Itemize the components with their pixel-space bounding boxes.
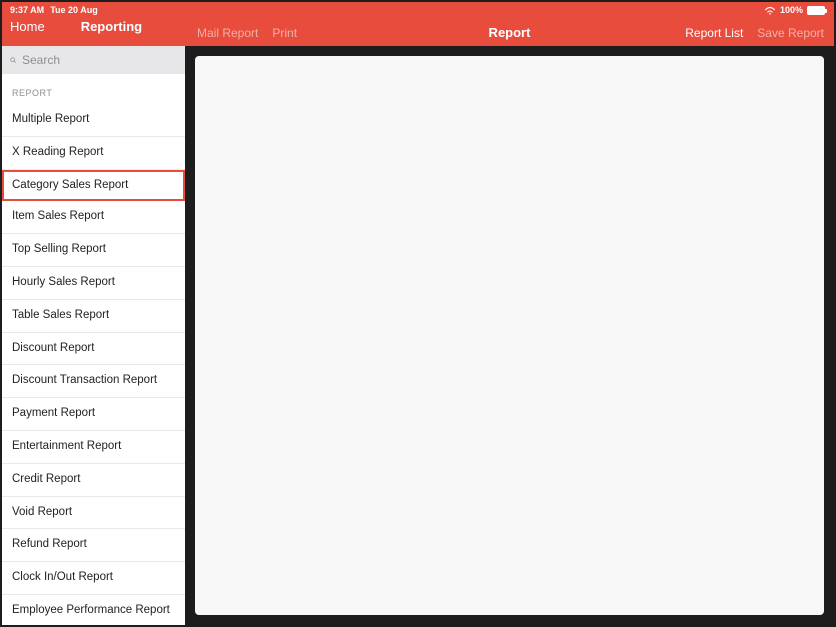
report-item[interactable]: Multiple Report (2, 104, 185, 137)
sidebar-header: 9:37 AM Tue 20 Aug Home Reporting (2, 2, 185, 46)
reports-section-header: REPORT (2, 74, 185, 104)
search-icon (10, 54, 16, 66)
report-item[interactable]: Discount Report (2, 333, 185, 366)
report-item[interactable]: Discount Transaction Report (2, 365, 185, 398)
app-root: 9:37 AM Tue 20 Aug Home Reporting REPORT… (2, 2, 834, 625)
battery-icon (807, 6, 825, 15)
header-right: Report List Save Report (685, 26, 824, 40)
nav-row: Home Reporting (2, 15, 185, 40)
main-title: Report (489, 25, 531, 40)
report-item[interactable]: Entertainment Report (2, 431, 185, 464)
page-title: Reporting (81, 19, 142, 34)
home-button[interactable]: Home (10, 19, 45, 34)
report-item[interactable]: Employee Performance Report (2, 595, 185, 625)
report-item[interactable]: Category Sales Report (2, 170, 185, 202)
report-item[interactable]: Payment Report (2, 398, 185, 431)
status-time: 9:37 AM (10, 5, 44, 15)
report-item[interactable]: Clock In/Out Report (2, 562, 185, 595)
header-left: Mail Report Print (197, 26, 297, 40)
report-item[interactable]: X Reading Report (2, 137, 185, 170)
mail-report-button[interactable]: Mail Report (197, 26, 258, 40)
content-wrap (185, 46, 834, 625)
search-input[interactable] (22, 53, 177, 67)
search-bar[interactable] (2, 46, 185, 74)
main-header: 100% Mail Report Print Report Report Lis… (185, 2, 834, 46)
report-list[interactable]: Multiple ReportX Reading ReportCategory … (2, 104, 185, 625)
report-item[interactable]: Item Sales Report (2, 201, 185, 234)
report-list-button[interactable]: Report List (685, 26, 743, 40)
report-item[interactable]: Credit Report (2, 464, 185, 497)
sidebar: 9:37 AM Tue 20 Aug Home Reporting REPORT… (2, 2, 185, 625)
status-bar-right: 100% (764, 5, 825, 15)
report-item[interactable]: Top Selling Report (2, 234, 185, 267)
print-button[interactable]: Print (272, 26, 297, 40)
report-canvas (195, 56, 824, 615)
wifi-icon (764, 6, 776, 15)
report-item[interactable]: Hourly Sales Report (2, 267, 185, 300)
report-item[interactable]: Table Sales Report (2, 300, 185, 333)
report-item[interactable]: Void Report (2, 497, 185, 530)
report-item[interactable]: Refund Report (2, 529, 185, 562)
status-date: Tue 20 Aug (50, 5, 98, 15)
save-report-button[interactable]: Save Report (757, 26, 824, 40)
battery-percent: 100% (780, 5, 803, 15)
status-bar-left: 9:37 AM Tue 20 Aug (2, 2, 185, 15)
main-panel: 100% Mail Report Print Report Report Lis… (185, 2, 834, 625)
